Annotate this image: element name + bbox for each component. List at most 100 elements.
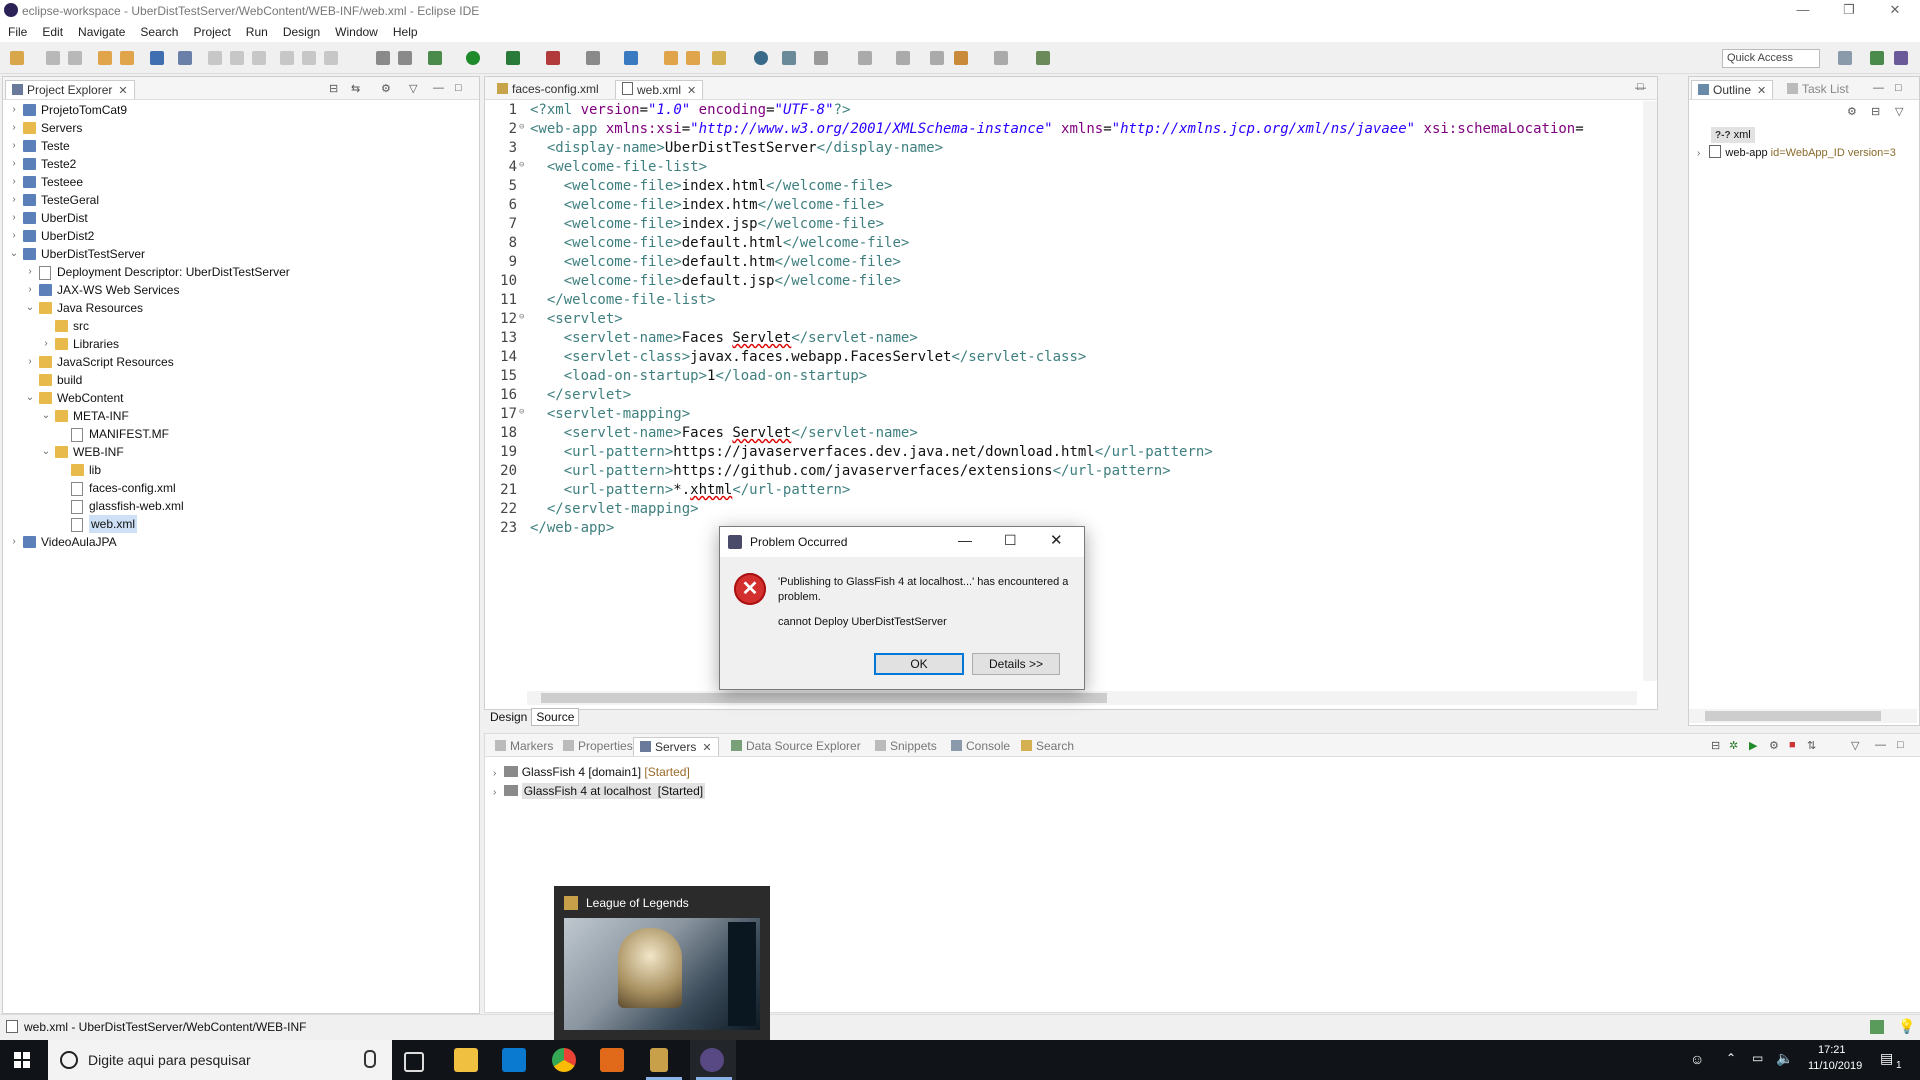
tip-bulb-icon[interactable]: 💡 bbox=[1898, 1018, 1915, 1035]
tab-source[interactable]: Source bbox=[531, 708, 580, 726]
tab-outline[interactable]: Outline ✕ bbox=[1691, 80, 1774, 99]
fold-icon[interactable]: ⊖ bbox=[519, 403, 524, 422]
tree-item[interactable]: ⌄ WebContent bbox=[3, 389, 479, 407]
expand-icon[interactable]: › bbox=[1697, 148, 1700, 159]
maximize-editor-icon[interactable]: □ bbox=[1637, 81, 1644, 93]
new-web-icon[interactable] bbox=[624, 51, 638, 65]
code-line[interactable]: 14 <servlet-class>javax.faces.webapp.Fac… bbox=[485, 348, 1643, 367]
server-row[interactable]: › GlassFish 4 at localhost [Started] bbox=[493, 782, 706, 800]
quick-access-input[interactable]: Quick Access bbox=[1722, 49, 1820, 68]
code-line[interactable]: 2 ⊖ <web-app xmlns:xsi="http://www.w3.org/… bbox=[485, 120, 1643, 139]
dialog-minimize-button[interactable]: — bbox=[958, 532, 972, 548]
notifications-icon[interactable]: ▤ bbox=[1880, 1050, 1893, 1067]
close-button[interactable]: ✕ bbox=[1872, 0, 1918, 22]
tree-item[interactable]: MANIFEST.MF bbox=[3, 425, 479, 443]
minimize-button[interactable]: — bbox=[1780, 0, 1826, 22]
horizontal-scrollbar[interactable] bbox=[527, 691, 1637, 705]
tab-project-explorer[interactable]: Project Explorer ✕ bbox=[5, 80, 135, 99]
code-line[interactable]: 12 ⊖ <servlet> bbox=[485, 310, 1643, 329]
open-element-icon[interactable] bbox=[398, 51, 412, 65]
code-line[interactable]: 15 <load-on-startup>1</load-on-startup> bbox=[485, 367, 1643, 386]
tree-item[interactable]: › Libraries bbox=[3, 335, 479, 353]
code-line[interactable]: 3 <display-name>UberDistTestServer</disp… bbox=[485, 139, 1643, 158]
java-ee-perspective-icon[interactable] bbox=[1870, 51, 1884, 65]
browser-icon[interactable] bbox=[754, 51, 768, 65]
fold-icon[interactable]: ⊖ bbox=[519, 118, 524, 137]
back-icon[interactable] bbox=[930, 51, 944, 65]
close-icon[interactable]: ✕ bbox=[702, 742, 711, 754]
restore-button[interactable]: ❐ bbox=[1826, 0, 1872, 22]
maximize-view-icon[interactable]: □ bbox=[455, 82, 462, 94]
annotation-icon[interactable] bbox=[782, 51, 796, 65]
view-menu-icon[interactable]: ▽ bbox=[1851, 739, 1859, 752]
expand-icon[interactable]: ⌄ bbox=[25, 299, 35, 317]
stop-server-icon[interactable]: ■ bbox=[1789, 739, 1796, 751]
code-line[interactable]: 22 </servlet-mapping> bbox=[485, 500, 1643, 519]
minimize-view-icon[interactable]: — bbox=[1875, 739, 1886, 751]
close-icon[interactable]: ✕ bbox=[118, 85, 127, 97]
debug-icon[interactable] bbox=[428, 51, 442, 65]
code-line[interactable]: 10 <welcome-file>default.jsp</welcome-fi… bbox=[485, 272, 1643, 291]
tab-servers[interactable]: Servers ✕ bbox=[633, 737, 719, 756]
dialog-close-button[interactable]: ✕ bbox=[1050, 531, 1063, 549]
taskbar-search-box[interactable]: Digite aqui para pesquisar bbox=[48, 1040, 392, 1080]
open-task-icon[interactable] bbox=[686, 51, 700, 65]
clock-time[interactable]: 17:21 bbox=[1818, 1044, 1846, 1056]
tab-search[interactable]: Search bbox=[1015, 737, 1080, 755]
maximize-view-icon[interactable]: □ bbox=[1897, 739, 1904, 751]
store-icon[interactable] bbox=[502, 1048, 526, 1072]
tab-web-xml[interactable]: web.xml ✕ bbox=[615, 80, 704, 99]
menu-file[interactable]: File bbox=[0, 22, 34, 39]
expand-icon[interactable]: ⌄ bbox=[41, 443, 51, 461]
code-line[interactable]: 6 <welcome-file>index.htm</welcome-file> bbox=[485, 196, 1643, 215]
tab-properties[interactable]: Properties bbox=[557, 737, 639, 755]
external-tools-icon[interactable] bbox=[546, 51, 560, 65]
dialog-maximize-button[interactable]: ☐ bbox=[1004, 532, 1017, 549]
expand-icon[interactable]: › bbox=[25, 281, 35, 299]
code-line[interactable]: 13 <servlet-name>Faces Servlet</servlet-… bbox=[485, 329, 1643, 348]
last-edit-icon[interactable] bbox=[896, 51, 910, 65]
build-all-icon[interactable] bbox=[120, 51, 134, 65]
terminate-icon[interactable] bbox=[252, 51, 266, 65]
coverage-icon[interactable] bbox=[506, 51, 520, 65]
progress-icon[interactable] bbox=[1870, 1020, 1884, 1034]
tree-item[interactable]: src bbox=[3, 317, 479, 335]
expand-icon[interactable]: › bbox=[25, 263, 35, 281]
tab-faces-config[interactable]: faces-config.xml bbox=[491, 80, 605, 98]
fold-icon[interactable]: ⊖ bbox=[519, 308, 524, 327]
code-line[interactable]: 5 <welcome-file>index.html</welcome-file… bbox=[485, 177, 1643, 196]
save-icon[interactable] bbox=[46, 51, 60, 65]
collapse-all-icon[interactable]: ⊟ bbox=[1711, 739, 1720, 752]
close-icon[interactable]: ✕ bbox=[687, 85, 696, 97]
expand-icon[interactable]: › bbox=[9, 119, 19, 137]
expand-icon[interactable]: › bbox=[9, 227, 19, 245]
code-line[interactable]: 9 <welcome-file>default.htm</welcome-fil… bbox=[485, 253, 1643, 272]
link-editor-icon[interactable]: ⇆ bbox=[351, 82, 360, 95]
details-button[interactable]: Details >> bbox=[972, 653, 1060, 675]
maximize-view-icon[interactable]: □ bbox=[1895, 82, 1902, 94]
menu-run[interactable]: Run bbox=[238, 22, 275, 39]
menu-navigate[interactable]: Navigate bbox=[70, 22, 132, 39]
expand-icon[interactable]: ⌄ bbox=[41, 407, 51, 425]
expand-icon[interactable]: › bbox=[9, 101, 19, 119]
tab-markers[interactable]: Markers bbox=[489, 737, 559, 755]
tree-item[interactable]: ⌄ UberDistTestServer bbox=[3, 245, 479, 263]
vertical-scrollbar[interactable] bbox=[1643, 101, 1657, 681]
code-line[interactable]: 17 ⊖ <servlet-mapping> bbox=[485, 405, 1643, 424]
suspend-icon[interactable] bbox=[230, 51, 244, 65]
tree-item[interactable]: web.xml bbox=[3, 515, 479, 533]
expand-icon[interactable]: › bbox=[9, 137, 19, 155]
tray-chevron-icon[interactable]: ⌃ bbox=[1726, 1051, 1736, 1065]
menu-design[interactable]: Design bbox=[275, 22, 327, 39]
code-editor[interactable]: 1 <?xml version="1.0" encoding="UTF-8"?> 2… bbox=[485, 101, 1643, 538]
outline-collapse-icon[interactable]: ⊟ bbox=[1871, 105, 1880, 118]
forward-icon[interactable] bbox=[994, 51, 1008, 65]
code-line[interactable]: 16 </servlet> bbox=[485, 386, 1643, 405]
expand-icon[interactable]: › bbox=[9, 173, 19, 191]
horizontal-scroll-thumb[interactable] bbox=[541, 693, 1107, 703]
tree-item[interactable]: build bbox=[3, 371, 479, 389]
tree-item[interactable]: › VideoAulaJPA bbox=[3, 533, 479, 551]
expand-icon[interactable]: › bbox=[9, 191, 19, 209]
tree-item[interactable]: › Teste2 bbox=[3, 155, 479, 173]
code-line[interactable]: 4 ⊖ <welcome-file-list> bbox=[485, 158, 1643, 177]
